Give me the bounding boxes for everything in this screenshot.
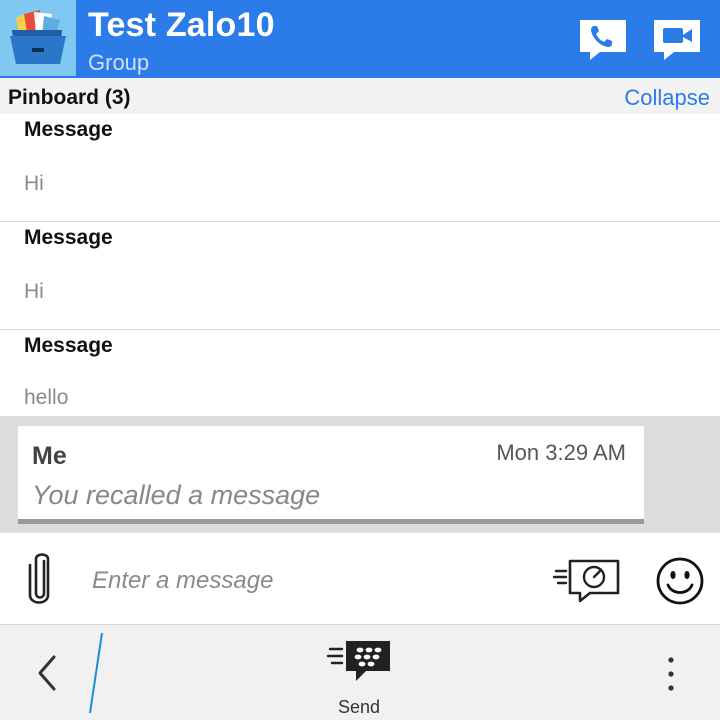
pinned-item-title: Message (24, 334, 113, 357)
timed-message-icon (552, 557, 622, 605)
more-vertical-icon (656, 651, 686, 697)
message-bubble[interactable]: Me Mon 3:29 AM You recalled a message (18, 426, 644, 524)
overflow-menu-button[interactable] (656, 651, 686, 697)
collapse-link[interactable]: Collapse (624, 85, 710, 111)
phone-icon (578, 18, 628, 62)
pinned-item-text: hello (24, 386, 69, 409)
send-button[interactable]: Send (318, 639, 400, 719)
pinned-item-text: Hi (24, 280, 44, 303)
chat-title: Test Zalo10 (88, 6, 275, 44)
pinned-item-title: Message (24, 226, 113, 249)
timed-message-button[interactable] (552, 557, 622, 605)
pinned-item[interactable]: Message Hi (0, 222, 720, 330)
message-composer (0, 532, 720, 624)
chat-subtitle: Group (88, 50, 150, 75)
message-sender: Me (32, 442, 67, 470)
back-edge-divider (84, 631, 108, 715)
bbm-send-icon (326, 639, 392, 685)
pinned-list: Message Hi Message Hi Message hello (0, 114, 720, 416)
chat-header: Test Zalo10 Group (0, 0, 720, 78)
paperclip-icon (24, 551, 56, 607)
chevron-left-icon (30, 649, 66, 697)
message-text: You recalled a message (32, 480, 321, 510)
pinned-item-text: Hi (24, 172, 44, 195)
message-input[interactable] (92, 561, 512, 601)
pinboard-title: Pinboard (3) (8, 86, 131, 109)
message-timestamp: Mon 3:29 AM (496, 440, 626, 465)
action-bar: Send (0, 624, 720, 720)
folder-avatar-icon (0, 0, 76, 76)
pinned-item[interactable]: Message hello (0, 330, 720, 416)
emoji-button[interactable] (654, 555, 706, 607)
chat-area: Me Mon 3:29 AM You recalled a message (0, 416, 720, 532)
video-camera-icon (652, 18, 702, 62)
pinboard-bar: Pinboard (3) Collapse (0, 78, 720, 114)
call-button[interactable] (578, 18, 628, 62)
group-avatar[interactable] (0, 0, 76, 76)
video-call-button[interactable] (652, 18, 702, 62)
smiley-icon (654, 555, 706, 607)
attach-button[interactable] (24, 551, 56, 607)
pinned-item[interactable]: Message Hi (0, 114, 720, 222)
pinned-item-title: Message (24, 118, 113, 141)
send-label: Send (337, 697, 381, 717)
back-button[interactable] (30, 649, 66, 697)
